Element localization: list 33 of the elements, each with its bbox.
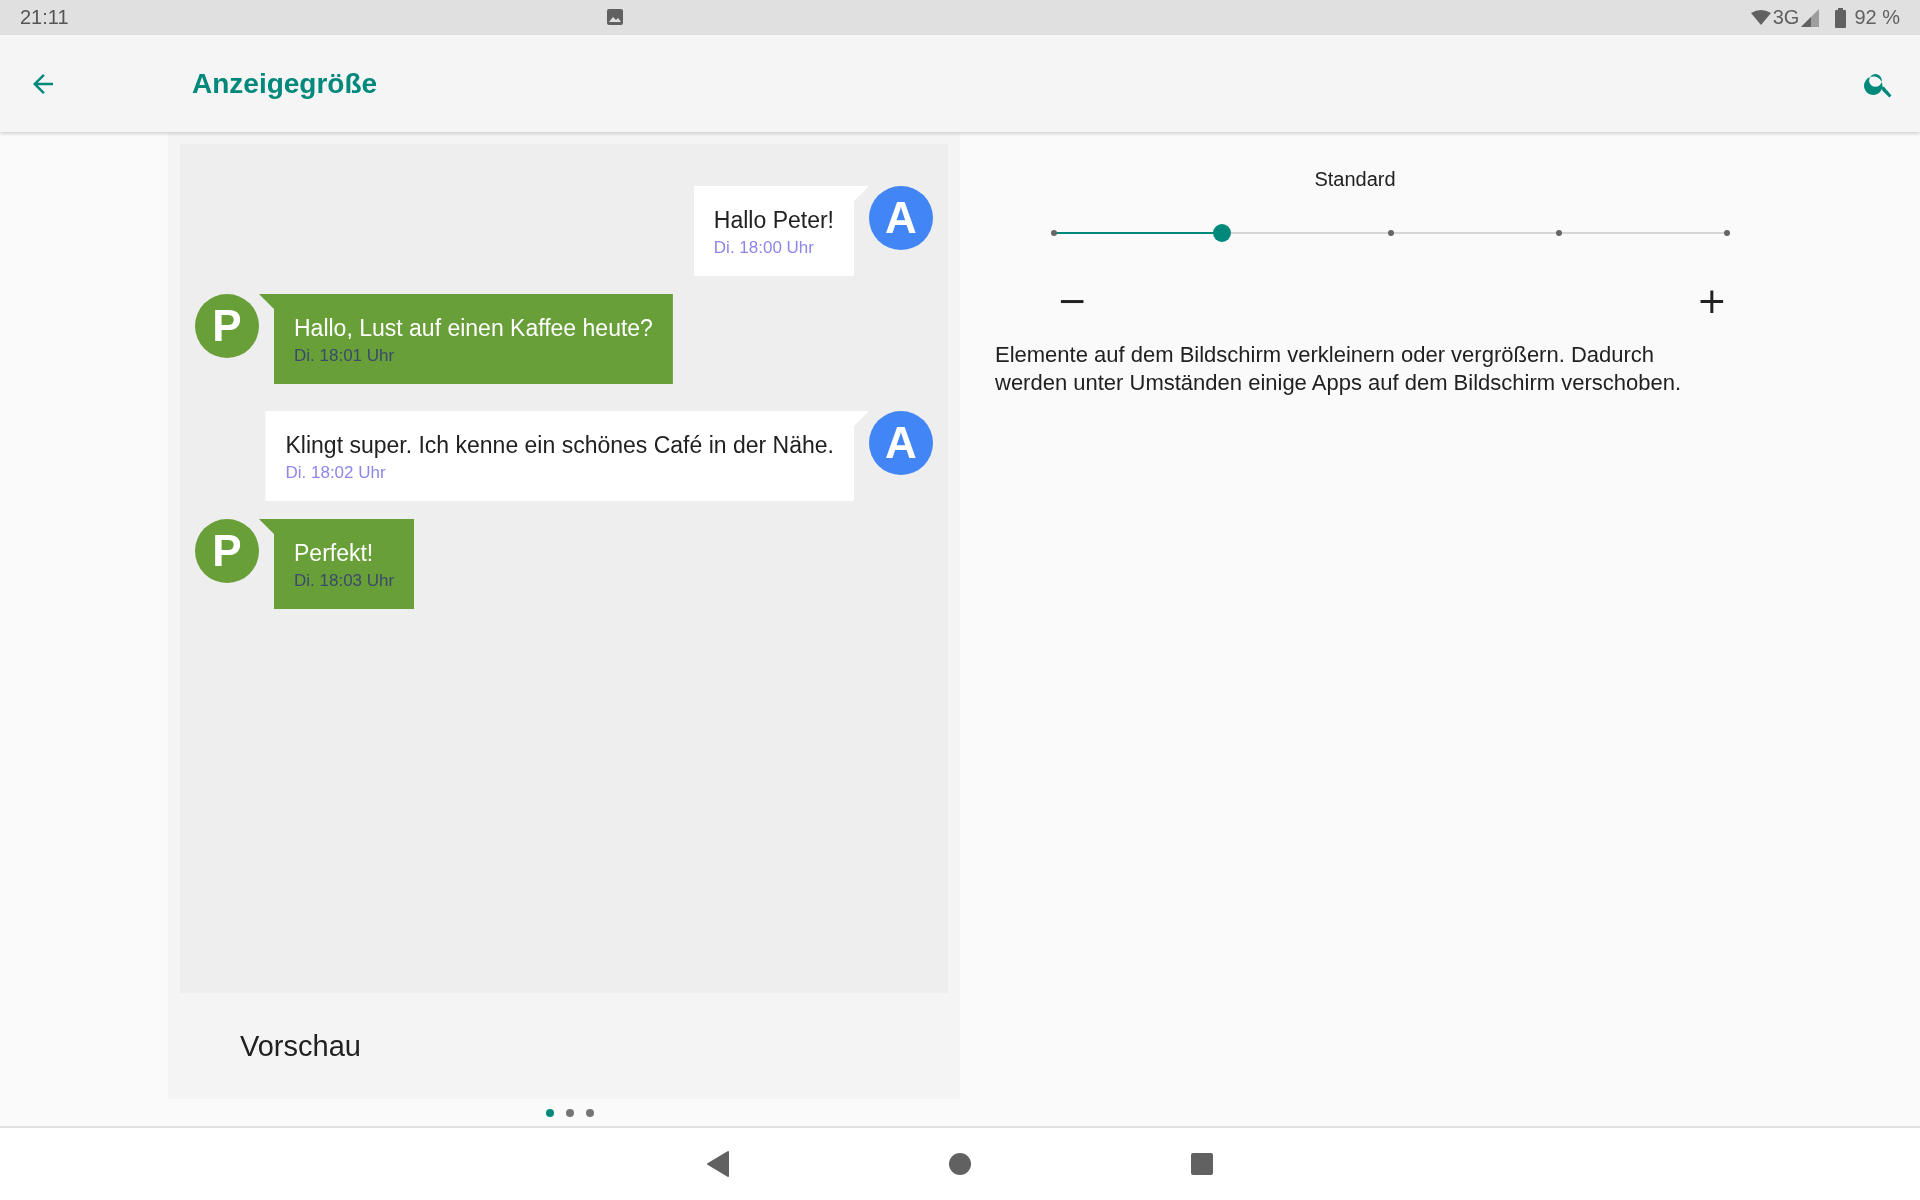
message-text: Klingt super. Ich kenne ein schönes Café in der Nähe. bbox=[285, 431, 834, 459]
page-indicator-dot[interactable] bbox=[566, 1109, 574, 1117]
message-time: Di. 18:02 Uhr bbox=[285, 463, 387, 483]
wifi-icon bbox=[1750, 9, 1771, 26]
size-description: Elemente auf dem Bildschirm verkleinern oder vergrößern. Dadurch werden unter Umständen einige Apps auf dem Bildschirm verschoben. bbox=[995, 341, 1683, 397]
battery-level: 92 % bbox=[1854, 6, 1900, 29]
avatar: P bbox=[195, 294, 259, 358]
signal-icon bbox=[1801, 8, 1820, 27]
increase-button[interactable]: + bbox=[1686, 281, 1737, 321]
home-icon[interactable] bbox=[948, 1152, 972, 1176]
decrease-button[interactable]: − bbox=[1047, 281, 1098, 321]
message-time: Di. 18:03 Uhr bbox=[294, 571, 395, 591]
clock: 21:11 bbox=[20, 6, 69, 29]
message-time: Di. 18:00 Uhr bbox=[713, 238, 815, 258]
avatar: P bbox=[195, 519, 259, 583]
preview-caption: Vorschau bbox=[239, 1028, 362, 1064]
message-text: Hallo, Lust auf einen Kaffee heute? bbox=[294, 314, 653, 342]
size-label: Standard bbox=[1313, 168, 1397, 191]
battery-icon bbox=[1835, 7, 1847, 28]
back-icon[interactable] bbox=[706, 1150, 730, 1178]
page-indicator-dot[interactable] bbox=[586, 1109, 594, 1117]
page-indicator-dot[interactable] bbox=[546, 1109, 554, 1117]
image-icon bbox=[606, 8, 624, 26]
avatar: A bbox=[869, 411, 933, 475]
message-time: Di. 18:01 Uhr bbox=[294, 346, 396, 366]
message-text: Hallo Peter! bbox=[713, 206, 834, 234]
avatar: A bbox=[869, 186, 933, 250]
slider-thumb[interactable] bbox=[1213, 224, 1232, 242]
size-slider[interactable] bbox=[1054, 223, 1727, 243]
network-type: 3G bbox=[1772, 6, 1800, 29]
message-text: Perfekt! bbox=[294, 539, 375, 567]
page-title: Anzeigegröße bbox=[192, 67, 378, 100]
recents-icon[interactable] bbox=[1190, 1152, 1214, 1176]
